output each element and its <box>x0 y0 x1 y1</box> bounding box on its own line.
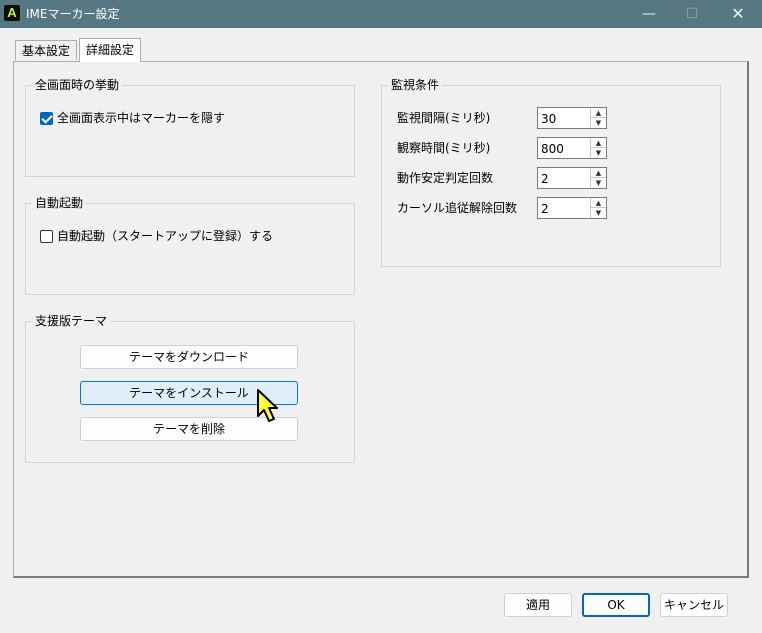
close-button[interactable]: ✕ <box>715 0 761 28</box>
spin-down-icon[interactable]: ▼ <box>591 148 606 158</box>
spin-up-icon[interactable]: ▲ <box>591 138 606 148</box>
mouse-pointer-icon <box>257 389 278 422</box>
autostart-label: 自動起動（スタートアップに登録）する <box>57 229 274 243</box>
autostart-group: 自動起動 自動起動（スタートアップに登録）する <box>25 195 355 295</box>
observe-time-label: 観察時間(ミリ秒) <box>397 141 491 155</box>
theme-group: 支援版テーマ テーマをダウンロード テーマをインストール テーマを削除 <box>25 313 355 463</box>
monitor-group: 監視条件 監視間隔(ミリ秒) 30 ▲ ▼ 観察時間(ミリ秒) 800 ▲ ▼ … <box>381 77 721 267</box>
stability-count-value[interactable]: 2 <box>541 171 549 187</box>
ok-button[interactable]: OK <box>582 593 650 617</box>
autostart-group-title: 自動起動 <box>32 195 87 211</box>
stability-count-spin-buttons: ▲ ▼ <box>590 168 606 188</box>
hide-marker-checkbox[interactable] <box>40 111 53 125</box>
cursor-release-count-spinner[interactable]: 2 ▲ ▼ <box>537 197 607 219</box>
tab-basic-settings[interactable]: 基本設定 <box>15 40 78 60</box>
fullscreen-group-title: 全画面時の挙動 <box>32 77 123 93</box>
tab-advanced-settings[interactable]: 詳細設定 <box>79 38 142 62</box>
title-bar: A IMEマーカー設定 — ☐ ✕ <box>0 0 762 28</box>
download-theme-button[interactable]: テーマをダウンロード <box>80 345 298 369</box>
spin-down-icon[interactable]: ▼ <box>591 178 606 188</box>
fullscreen-group: 全画面時の挙動 全画面表示中はマーカーを隠す <box>25 77 355 177</box>
cursor-release-count-label: カーソル追従解除回数 <box>397 201 518 215</box>
cursor-release-count-value[interactable]: 2 <box>541 201 549 217</box>
autostart-option[interactable]: 自動起動（スタートアップに登録）する <box>40 228 273 244</box>
monitor-interval-value[interactable]: 30 <box>541 111 556 127</box>
observe-time-value[interactable]: 800 <box>541 141 564 157</box>
window-title: IMEマーカー設定 <box>26 7 120 21</box>
monitor-interval-spin-buttons: ▲ ▼ <box>590 108 606 128</box>
hide-marker-label: 全画面表示中はマーカーを隠す <box>57 111 226 125</box>
tab-panel: 全画面時の挙動 全画面表示中はマーカーを隠す 自動起動 自動起動（スタートアップ… <box>13 61 749 578</box>
monitor-interval-label: 監視間隔(ミリ秒) <box>397 111 491 125</box>
stability-count-spinner[interactable]: 2 ▲ ▼ <box>537 167 607 189</box>
observe-time-spin-buttons: ▲ ▼ <box>590 138 606 158</box>
theme-group-title: 支援版テーマ <box>32 313 111 329</box>
maximize-button[interactable]: ☐ <box>669 0 715 28</box>
cancel-button[interactable]: キャンセル <box>660 593 728 617</box>
autostart-checkbox[interactable] <box>40 229 53 243</box>
spin-down-icon[interactable]: ▼ <box>591 118 606 128</box>
observe-time-spinner[interactable]: 800 ▲ ▼ <box>537 137 607 159</box>
app-icon: A <box>4 5 20 21</box>
cursor-release-count-spin-buttons: ▲ ▼ <box>590 198 606 218</box>
spin-up-icon[interactable]: ▲ <box>591 168 606 178</box>
spin-up-icon[interactable]: ▲ <box>591 198 606 208</box>
monitor-group-title: 監視条件 <box>388 77 443 93</box>
stability-count-label: 動作安定判定回数 <box>397 171 494 185</box>
spin-down-icon[interactable]: ▼ <box>591 208 606 218</box>
minimize-button[interactable]: — <box>626 0 672 28</box>
apply-button[interactable]: 適用 <box>504 593 572 617</box>
hide-marker-fullscreen-option[interactable]: 全画面表示中はマーカーを隠す <box>40 110 225 126</box>
monitor-interval-spinner[interactable]: 30 ▲ ▼ <box>537 107 607 129</box>
spin-up-icon[interactable]: ▲ <box>591 108 606 118</box>
